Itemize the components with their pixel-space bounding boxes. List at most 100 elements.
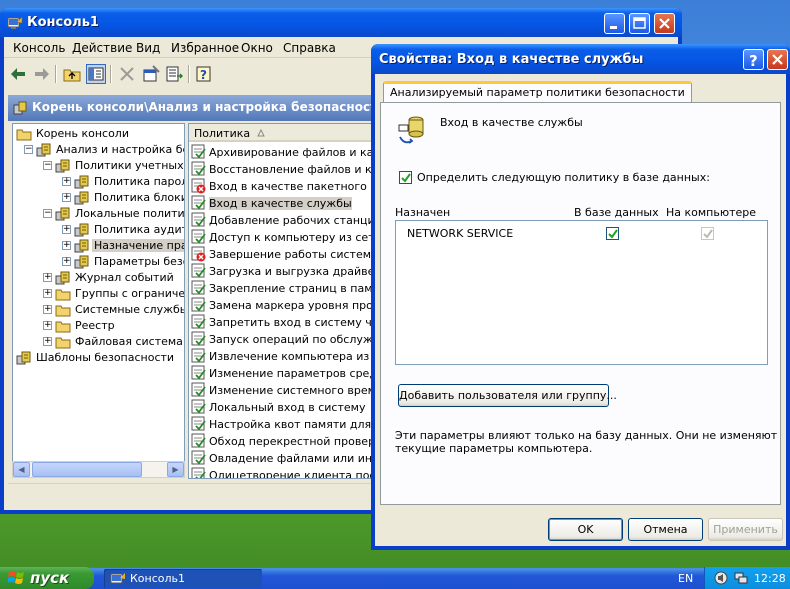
scroll-right-button[interactable]: ▶: [167, 462, 184, 477]
tree-expander[interactable]: +: [43, 289, 52, 298]
console-title-bar[interactable]: Консоль1: [0, 8, 682, 37]
tree-item[interactable]: + Реестр: [43, 318, 184, 334]
cancel-button[interactable]: Отмена: [628, 518, 703, 541]
delete-icon[interactable]: [117, 64, 137, 84]
scroll-left-button[interactable]: ◀: [13, 462, 30, 477]
policy-row[interactable]: Загрузка и выгрузка драйверов.: [191, 263, 377, 280]
policy-row[interactable]: Обход перекрестной проверки: [191, 433, 377, 450]
assignment-grid: NETWORK SERVICE: [395, 220, 768, 365]
toolbar-separator: [188, 65, 190, 83]
dialog-close-button[interactable]: [767, 49, 788, 70]
policy-row[interactable]: Извлечение компьютера из сты.: [191, 348, 377, 365]
policy-row[interactable]: Олицетворение клиента после п: [191, 467, 377, 478]
scroll-thumb[interactable]: [32, 462, 142, 477]
tree-item[interactable]: − Локальные политики: [43, 206, 184, 222]
policy-row[interactable]: Закрепление страниц в памяти: [191, 280, 377, 297]
security-icon: [74, 175, 89, 189]
menu-console[interactable]: Консоль: [13, 41, 65, 55]
tree-item[interactable]: − Анализ и настройка безо: [24, 142, 184, 158]
policy-row[interactable]: Изменение параметров среды о.: [191, 365, 377, 382]
add-user-or-group-button[interactable]: Добавить пользователя или группу...: [398, 384, 617, 407]
policy-row[interactable]: Запретить вход в систему через: [191, 314, 377, 331]
tree-item[interactable]: + Системные службы: [43, 302, 184, 318]
sort-ascending-icon: [257, 129, 265, 137]
tree-expander[interactable]: +: [62, 177, 71, 186]
ok-button[interactable]: OK: [548, 518, 623, 541]
tree-expander[interactable]: +: [43, 337, 52, 346]
database-checkbox[interactable]: [606, 227, 619, 240]
menu-favorites[interactable]: Избранное: [171, 41, 239, 55]
menu-action[interactable]: Действие: [72, 41, 132, 55]
tree-item[interactable]: + Назначение прав: [62, 238, 184, 254]
forward-arrow-icon[interactable]: [32, 64, 52, 84]
taskbar-item-console[interactable]: Консоль1: [104, 569, 262, 588]
help-button[interactable]: ?: [743, 49, 764, 70]
policy-row[interactable]: Завершение работы системы: [191, 246, 377, 263]
policy-row[interactable]: Изменение системного времени: [191, 382, 377, 399]
tree-horizontal-scrollbar[interactable]: ◀ ▶: [12, 461, 185, 478]
tree-item[interactable]: + Группы с ограничен: [43, 286, 184, 302]
policy-label: Архивирование файлов и катал.: [209, 146, 378, 159]
tree-expander[interactable]: +: [62, 193, 71, 202]
policy-list: Политика Архивирование файлов и катал. Во…: [188, 123, 378, 479]
export-list-icon[interactable]: [164, 64, 184, 84]
menu-help[interactable]: Справка: [283, 41, 336, 55]
define-policy-checkbox[interactable]: [399, 171, 412, 184]
minimize-button[interactable]: [604, 13, 625, 34]
grid-row[interactable]: NETWORK SERVICE: [396, 221, 767, 240]
policy-row[interactable]: Настройка квот памяти для про.: [191, 416, 377, 433]
tree-item[interactable]: Корень консоли: [16, 126, 184, 142]
tree-item[interactable]: + Политика блокиров: [62, 190, 184, 206]
tree-expander[interactable]: −: [24, 145, 33, 154]
language-indicator[interactable]: EN: [678, 572, 693, 585]
policy-match-icon: [191, 382, 206, 397]
policy-row[interactable]: Вход в качестве службы: [191, 195, 377, 212]
tree-expander[interactable]: +: [12, 353, 13, 362]
up-folder-icon[interactable]: [62, 64, 82, 84]
tree-item[interactable]: + Файловая система: [43, 334, 184, 350]
policy-match-icon: [191, 416, 206, 431]
show-tree-button[interactable]: [86, 64, 106, 84]
tree-item[interactable]: +Шаблоны безопасности: [16, 350, 184, 366]
tree-item[interactable]: + Политика паролей: [62, 174, 184, 190]
tree-expander[interactable]: −: [43, 209, 52, 218]
properties-icon[interactable]: [141, 64, 161, 84]
policy-row[interactable]: Замена маркера уровня процесса: [191, 297, 377, 314]
dialog-title-bar[interactable]: Свойства: Вход в качестве службы ?: [371, 44, 790, 74]
tab-analyzed-policy[interactable]: Анализируемый параметр политики безопасн…: [383, 81, 692, 103]
network-icon[interactable]: [733, 570, 749, 586]
policy-row[interactable]: Локальный вход в систему: [191, 399, 377, 416]
policy-row[interactable]: Вход в качестве пакетного зад.: [191, 178, 377, 195]
tree-item[interactable]: + Журнал событий: [43, 270, 184, 286]
policy-row[interactable]: Доступ к компьютеру из сети: [191, 229, 377, 246]
policy-row[interactable]: Добавление рабочих станций к .: [191, 212, 377, 229]
tree-item[interactable]: − Политики учетных за: [43, 158, 184, 174]
policy-row[interactable]: Овладение файлами или иными .: [191, 450, 377, 467]
help-icon[interactable]: ?: [194, 64, 214, 84]
tree-expander[interactable]: +: [43, 321, 52, 330]
tree-expander[interactable]: +: [62, 241, 71, 250]
policy-column-header[interactable]: Политика: [189, 124, 377, 142]
close-button[interactable]: [654, 13, 675, 34]
policy-row[interactable]: Восстановление файлов и катал: [191, 161, 377, 178]
tree-expander[interactable]: +: [62, 257, 71, 266]
speaker-icon[interactable]: [713, 570, 729, 586]
tree-expander[interactable]: −: [43, 161, 52, 170]
maximize-button[interactable]: [629, 13, 650, 34]
policy-name: Вход в качестве службы: [440, 116, 583, 129]
start-button[interactable]: пуск: [0, 567, 94, 589]
menu-view[interactable]: Вид: [136, 41, 160, 55]
tree-expander[interactable]: +: [43, 305, 52, 314]
tree-item[interactable]: + Параметры безоп: [62, 254, 184, 270]
menu-window[interactable]: Окно: [241, 41, 273, 55]
dialog-body: Анализируемый параметр политики безопасн…: [375, 74, 786, 546]
start-label: пуск: [30, 569, 70, 587]
policy-row[interactable]: Архивирование файлов и катал.: [191, 144, 378, 161]
console-tree: Корень консоли−Анализ и настройка безо−П…: [12, 123, 185, 477]
taskbar: пуск Консоль1 EN 12:28: [0, 567, 790, 589]
tree-expander[interactable]: +: [43, 273, 52, 282]
policy-row[interactable]: Запуск операций по обслуживан: [191, 331, 377, 348]
tree-expander[interactable]: +: [62, 225, 71, 234]
back-arrow-icon[interactable]: [8, 64, 28, 84]
tree-item[interactable]: + Политика аудита: [62, 222, 184, 238]
